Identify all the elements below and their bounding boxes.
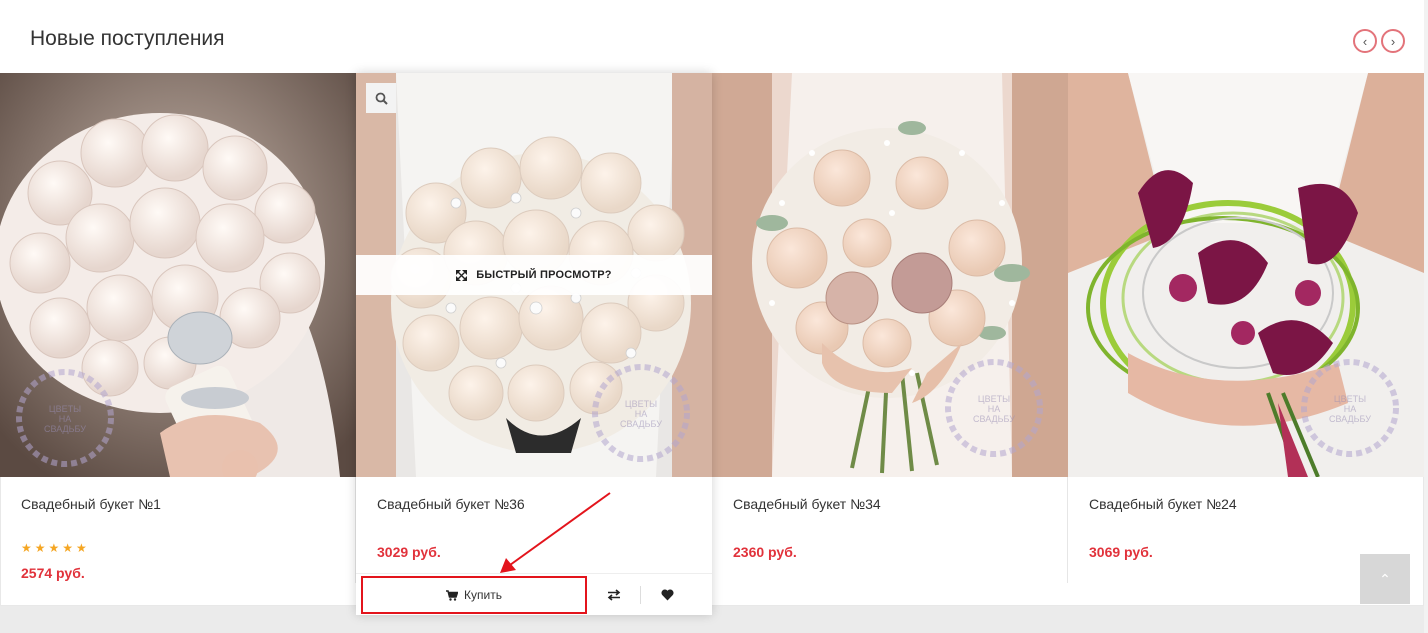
svg-text:НА: НА (988, 404, 1001, 414)
product-name[interactable]: Свадебный букет №34 (733, 496, 881, 512)
product-card[interactable]: ЦВЕТЫ НА СВАДЬБУ Свадебный букет №34 236… (712, 73, 1068, 606)
svg-text:СВАДЬБУ: СВАДЬБУ (1329, 414, 1371, 424)
buy-button-label: Купить (464, 588, 502, 602)
wishlist-button[interactable] (652, 583, 682, 607)
svg-text:ЦВЕТЫ: ЦВЕТЫ (625, 399, 657, 409)
chevron-left-icon: ‹ (1362, 33, 1368, 49)
watermark-logo: ЦВЕТЫ НА СВАДЬБУ (1300, 358, 1400, 458)
svg-text:НА: НА (1344, 404, 1357, 414)
product-image[interactable]: ЦВЕТЫ НА СВАДЬБУ (0, 73, 356, 477)
svg-text:СВАДЬБУ: СВАДЬБУ (620, 419, 662, 429)
product-price: 2360 руб. (733, 544, 797, 560)
product-name[interactable]: Свадебный букет №1 (21, 496, 161, 512)
svg-text:ЦВЕТЫ: ЦВЕТЫ (978, 394, 1010, 404)
rating-stars: ★★★★★ (21, 541, 90, 555)
chevron-up-icon: ⌃ (1379, 570, 1391, 587)
product-price: 3069 руб. (1089, 544, 1153, 560)
svg-text:ЦВЕТЫ: ЦВЕТЫ (1334, 394, 1366, 404)
product-name[interactable]: Свадебный букет №36 (377, 496, 525, 512)
zoom-button[interactable] (366, 83, 396, 113)
chevron-right-icon: › (1390, 33, 1396, 49)
buy-button[interactable]: Купить (361, 576, 587, 614)
svg-text:НА: НА (59, 414, 72, 424)
product-actions-bar: Купить (356, 573, 712, 615)
watermark-logo: ЦВЕТЫ НА СВАДЬБУ (591, 363, 691, 463)
product-name[interactable]: Свадебный букет №24 (1089, 496, 1237, 512)
scroll-to-top-button[interactable]: ⌃ (1360, 554, 1410, 604)
product-card[interactable]: ЦВЕТЫ НА СВАДЬБУ Свадебный букет №1 ★★★★… (0, 73, 356, 606)
svg-text:СВАДЬБУ: СВАДЬБУ (973, 414, 1015, 424)
product-image[interactable]: ЦВЕТЫ НА СВАДЬБУ (1068, 73, 1424, 477)
product-image[interactable]: БЫСТРЫЙ ПРОСМОТР? ЦВЕТЫ НА СВАДЬБУ (356, 73, 712, 477)
quick-view-label: БЫСТРЫЙ ПРОСМОТР? (476, 269, 612, 281)
page-scrollbar[interactable] (1424, 0, 1428, 633)
product-card[interactable]: ЦВЕТЫ НА СВАДЬБУ Свадебный букет №24 306… (1068, 73, 1424, 606)
product-image[interactable]: ЦВЕТЫ НА СВАДЬБУ (712, 73, 1068, 477)
product-price: 2574 руб. (21, 565, 85, 581)
heart-icon (660, 589, 674, 601)
svg-text:НА: НА (635, 409, 648, 419)
quick-view-button[interactable]: БЫСТРЫЙ ПРОСМОТР? (356, 255, 712, 295)
product-price: 3029 руб. (377, 544, 441, 560)
cart-icon (446, 589, 459, 601)
watermark-logo: ЦВЕТЫ НА СВАДЬБУ (15, 368, 115, 468)
compare-icon (607, 589, 621, 601)
product-card-hovered[interactable]: БЫСТРЫЙ ПРОСМОТР? ЦВЕТЫ НА СВАДЬБУ Сваде… (356, 73, 712, 615)
watermark-logo: ЦВЕТЫ НА СВАДЬБУ (944, 358, 1044, 458)
page-footer-band (0, 606, 1428, 633)
search-icon (375, 92, 388, 105)
carousel-prev-button[interactable]: ‹ (1353, 29, 1377, 53)
expand-icon (456, 269, 468, 281)
svg-text:ЦВЕТЫ: ЦВЕТЫ (49, 404, 81, 414)
carousel-next-button[interactable]: › (1381, 29, 1405, 53)
section-title: Новые поступления (30, 27, 225, 50)
compare-button[interactable] (599, 583, 629, 607)
svg-text:СВАДЬБУ: СВАДЬБУ (44, 424, 86, 434)
action-divider (640, 586, 641, 604)
